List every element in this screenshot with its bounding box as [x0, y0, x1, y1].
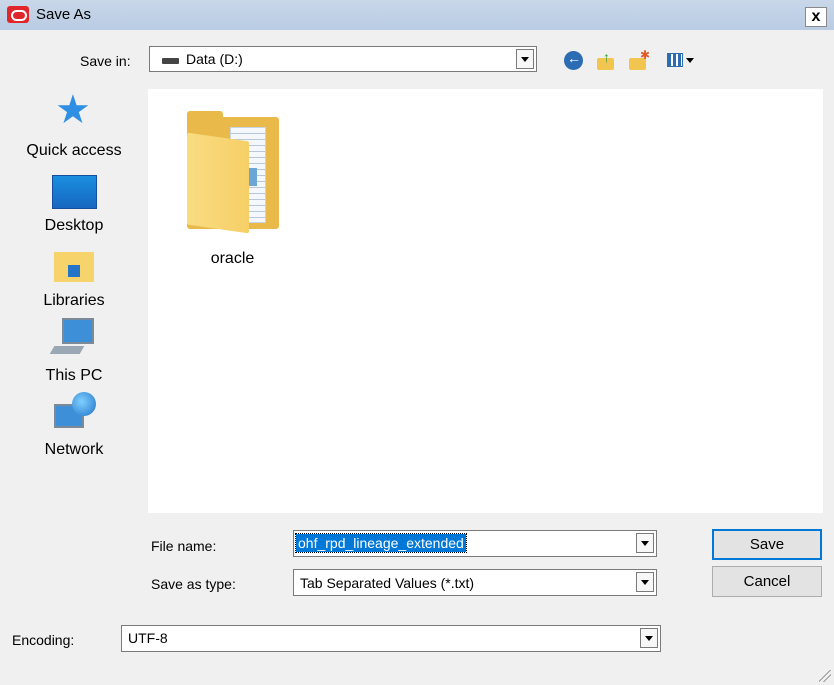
- place-label: Libraries: [43, 292, 105, 309]
- close-button[interactable]: x: [805, 7, 827, 27]
- network-icon: [52, 392, 98, 432]
- place-label: Network: [44, 441, 104, 458]
- computer-icon: [49, 318, 96, 360]
- save-as-type-dropdown[interactable]: Tab Separated Values (*.txt): [293, 569, 657, 596]
- chevron-down-icon[interactable]: [640, 628, 658, 648]
- file-name-label: File name:: [151, 538, 217, 554]
- file-name-input[interactable]: ohf_rpd_lineage_extended: [293, 530, 657, 557]
- encoding-dropdown[interactable]: UTF-8: [121, 625, 661, 652]
- chevron-down-icon[interactable]: [516, 49, 534, 69]
- chevron-down-icon[interactable]: [636, 572, 654, 592]
- title-bar[interactable]: Save As x: [0, 0, 834, 30]
- file-name-value[interactable]: ohf_rpd_lineage_extended: [295, 533, 467, 553]
- chevron-down-icon[interactable]: [636, 533, 654, 553]
- save-as-type-label: Save as type:: [151, 576, 236, 592]
- cancel-button[interactable]: Cancel: [712, 566, 822, 597]
- encoding-value: UTF-8: [128, 630, 168, 646]
- folder-name: oracle: [210, 250, 255, 267]
- oracle-app-icon: [7, 6, 29, 23]
- view-menu-icon[interactable]: [667, 52, 697, 70]
- save-in-dropdown[interactable]: Data (D:): [149, 46, 537, 72]
- folder-item[interactable]: oracle: [170, 109, 295, 269]
- place-label: Desktop: [44, 217, 104, 234]
- place-label: This PC: [45, 367, 103, 384]
- save-in-value: Data (D:): [186, 51, 243, 67]
- desktop-icon: [52, 175, 97, 209]
- places-bar: ★ Quick access Desktop Libraries This PC…: [8, 90, 140, 510]
- libraries-icon: [54, 247, 94, 282]
- resize-grip-icon[interactable]: [819, 670, 831, 682]
- save-as-type-value: Tab Separated Values (*.txt): [300, 575, 475, 591]
- drive-icon: [162, 58, 179, 64]
- encoding-label: Encoding:: [12, 632, 75, 648]
- place-network[interactable]: Network: [8, 90, 140, 458]
- save-in-label: Save in:: [80, 53, 131, 69]
- window-title: Save As: [36, 6, 92, 23]
- back-icon[interactable]: [564, 50, 583, 70]
- file-list[interactable]: oracle: [148, 89, 823, 513]
- up-folder-icon[interactable]: ↑: [596, 49, 618, 73]
- save-as-dialog: Save As x Save in: Data (D:) ↑ ✱ ★ Quick…: [0, 0, 834, 685]
- save-button[interactable]: Save: [712, 529, 822, 560]
- new-folder-icon[interactable]: ✱: [628, 48, 650, 73]
